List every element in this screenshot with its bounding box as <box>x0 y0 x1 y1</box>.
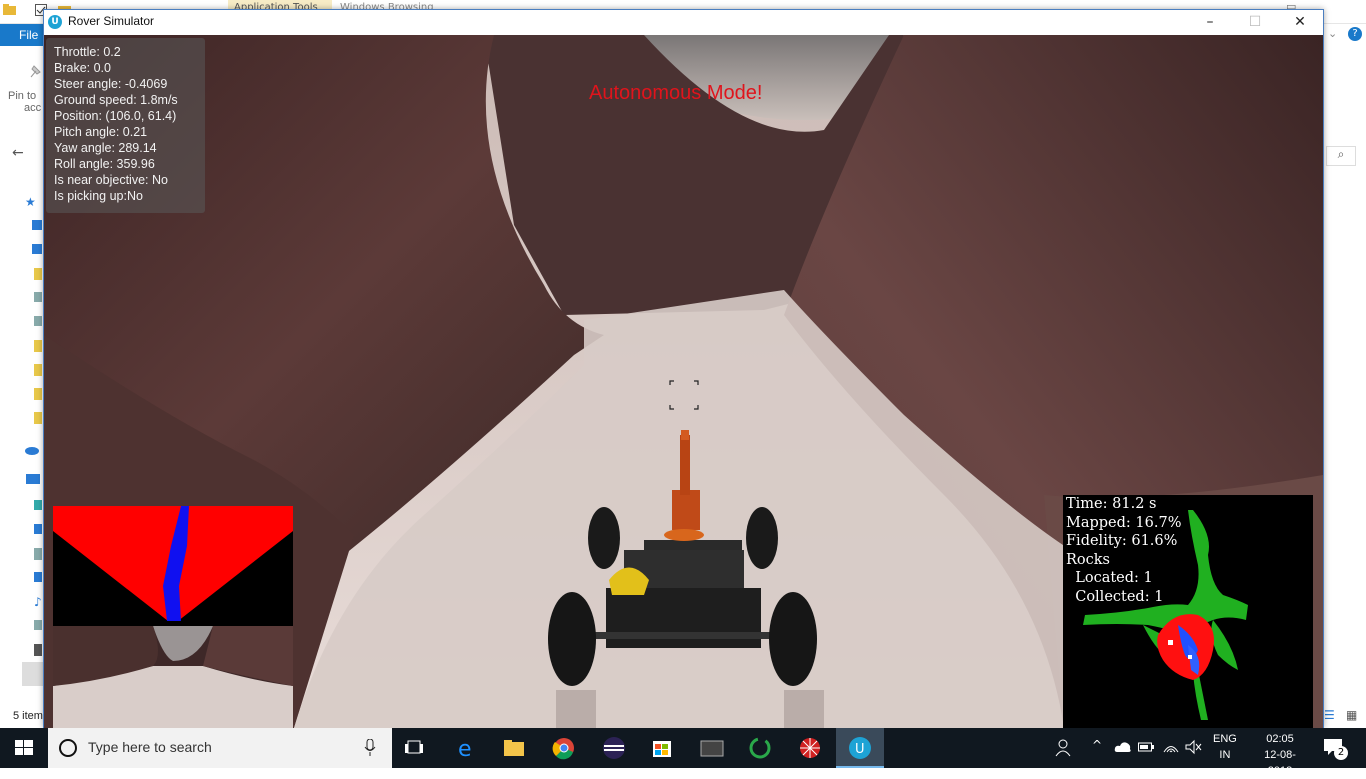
language-region: IN <box>1219 749 1231 761</box>
roll-angle-readout: Roll angle: 359.96 <box>54 157 155 171</box>
minimize-button[interactable]: – <box>1187 10 1233 35</box>
svg-text:♪: ♪ <box>34 595 42 609</box>
microphone-icon[interactable] <box>364 739 376 757</box>
chrome-icon[interactable] <box>542 732 586 764</box>
map-time: Time: 81.2 s <box>1066 496 1157 512</box>
mode-banner: Autonomous Mode! <box>589 82 763 104</box>
pin-to-quick-access-label-2: acc <box>24 102 42 114</box>
map-rocks-heading: Rocks <box>1066 551 1110 568</box>
show-hidden-icons-icon[interactable]: ^ <box>1092 738 1102 752</box>
file-explorer-icon[interactable] <box>492 732 536 764</box>
throttle-readout: Throttle: 0.2 <box>54 45 121 59</box>
action-center-button[interactable]: 2 <box>1322 736 1350 760</box>
ground-speed-readout: Ground speed: 1.8m/s <box>54 93 178 107</box>
map-rocks-located: Located: 1 <box>1066 570 1153 587</box>
system-clock[interactable]: 02:05 12-08-2018 <box>1255 731 1305 779</box>
steer-angle-readout: Steer angle: -0.4069 <box>54 77 168 91</box>
back-arrow-icon[interactable]: ← <box>12 145 24 161</box>
rover-camera-view <box>53 626 293 728</box>
clock-date: 12-08-2018 <box>1264 749 1296 777</box>
file-menu[interactable]: File <box>0 24 44 46</box>
edge-browser-icon[interactable]: e <box>444 732 488 764</box>
telemetry-panel: Throttle: 0.2 Brake: 0.0 Steer angle: -0… <box>46 38 205 213</box>
input-language[interactable]: ENG IN <box>1213 731 1237 763</box>
taskbar-search-box[interactable]: Type here to search <box>48 728 392 768</box>
svg-text:U: U <box>855 742 865 757</box>
svg-text:e: e <box>458 737 472 762</box>
taskbar: Type here to search e U ^ ENG IN 02:05 1… <box>0 728 1366 777</box>
rover-simulator-window: U Rover Simulator – ☐ ✕ Throttle: 0.2 Br… <box>43 9 1324 728</box>
yaw-angle-readout: Yaw angle: 289.14 <box>54 141 157 155</box>
terminal-icon[interactable] <box>690 732 734 764</box>
clock-time: 02:05 <box>1266 733 1294 745</box>
navigation-pane-icons: ★ ♪ <box>22 195 44 686</box>
pitch-angle-readout: Pitch angle: 0.21 <box>54 125 148 139</box>
help-icon[interactable]: ? <box>1348 27 1362 41</box>
map-fidelity: Fidelity: 61.6% <box>1066 533 1178 550</box>
people-icon[interactable] <box>1054 738 1074 758</box>
start-button[interactable] <box>0 728 48 768</box>
windows-logo-icon <box>15 740 33 755</box>
details-view-icon[interactable]: ☰ <box>1324 708 1335 722</box>
close-button[interactable]: ✕ <box>1277 10 1323 35</box>
eclipse-icon[interactable] <box>592 732 636 764</box>
onedrive-icon[interactable] <box>1114 740 1132 754</box>
search-explorer-icon[interactable]: ⌕ <box>1326 146 1356 166</box>
cortana-icon <box>59 739 77 757</box>
warped-camera-view <box>53 506 293 626</box>
simulator-viewport[interactable]: Throttle: 0.2 Brake: 0.0 Steer angle: -0… <box>44 35 1323 728</box>
language-code: ENG <box>1213 733 1237 745</box>
map-rocks-collected: Collected: 1 <box>1066 588 1164 605</box>
battery-icon[interactable] <box>1138 740 1154 754</box>
unity-logo-icon: U <box>48 15 62 29</box>
svg-text:★: ★ <box>25 195 36 209</box>
near-objective-readout: Is near objective: No <box>54 173 168 187</box>
network-app-icon[interactable] <box>788 732 832 764</box>
large-icons-view-icon[interactable]: ▦ <box>1346 708 1357 722</box>
task-view-icon[interactable] <box>394 732 438 764</box>
search-placeholder: Type here to search <box>88 739 212 755</box>
status-item-count: 5 item <box>13 710 43 722</box>
simulator-titlebar[interactable]: U Rover Simulator – ☐ ✕ <box>44 10 1323 35</box>
map-stats-panel: Time: 81.2 s Mapped: 16.7% Fidelity: 61.6%… <box>1066 495 1181 607</box>
sync-app-icon[interactable] <box>738 732 782 764</box>
unity-app-icon: U <box>849 737 871 759</box>
taskbar-rover-simulator[interactable]: U <box>836 728 884 768</box>
system-tray: ^ <box>1050 728 1366 768</box>
volume-muted-icon[interactable] <box>1184 739 1202 755</box>
pin-to-quick-access-label[interactable]: Pin to <box>8 90 36 102</box>
wifi-icon[interactable] <box>1162 739 1180 755</box>
pin-icon[interactable] <box>28 62 44 80</box>
brake-readout: Brake: 0.0 <box>54 61 111 75</box>
position-readout: Position: (106.0, 61.4) <box>54 109 177 123</box>
map-mapped: Mapped: 16.7% <box>1066 514 1182 531</box>
window-title: Rover Simulator <box>68 14 155 28</box>
store-icon[interactable] <box>640 732 684 764</box>
ribbon-collapse-icon[interactable]: ⌄ <box>1328 27 1337 40</box>
notification-count-badge: 2 <box>1334 746 1348 760</box>
picking-up-readout: Is picking up:No <box>54 189 143 203</box>
folder-icon <box>3 4 16 15</box>
maximize-button[interactable]: ☐ <box>1232 10 1278 35</box>
